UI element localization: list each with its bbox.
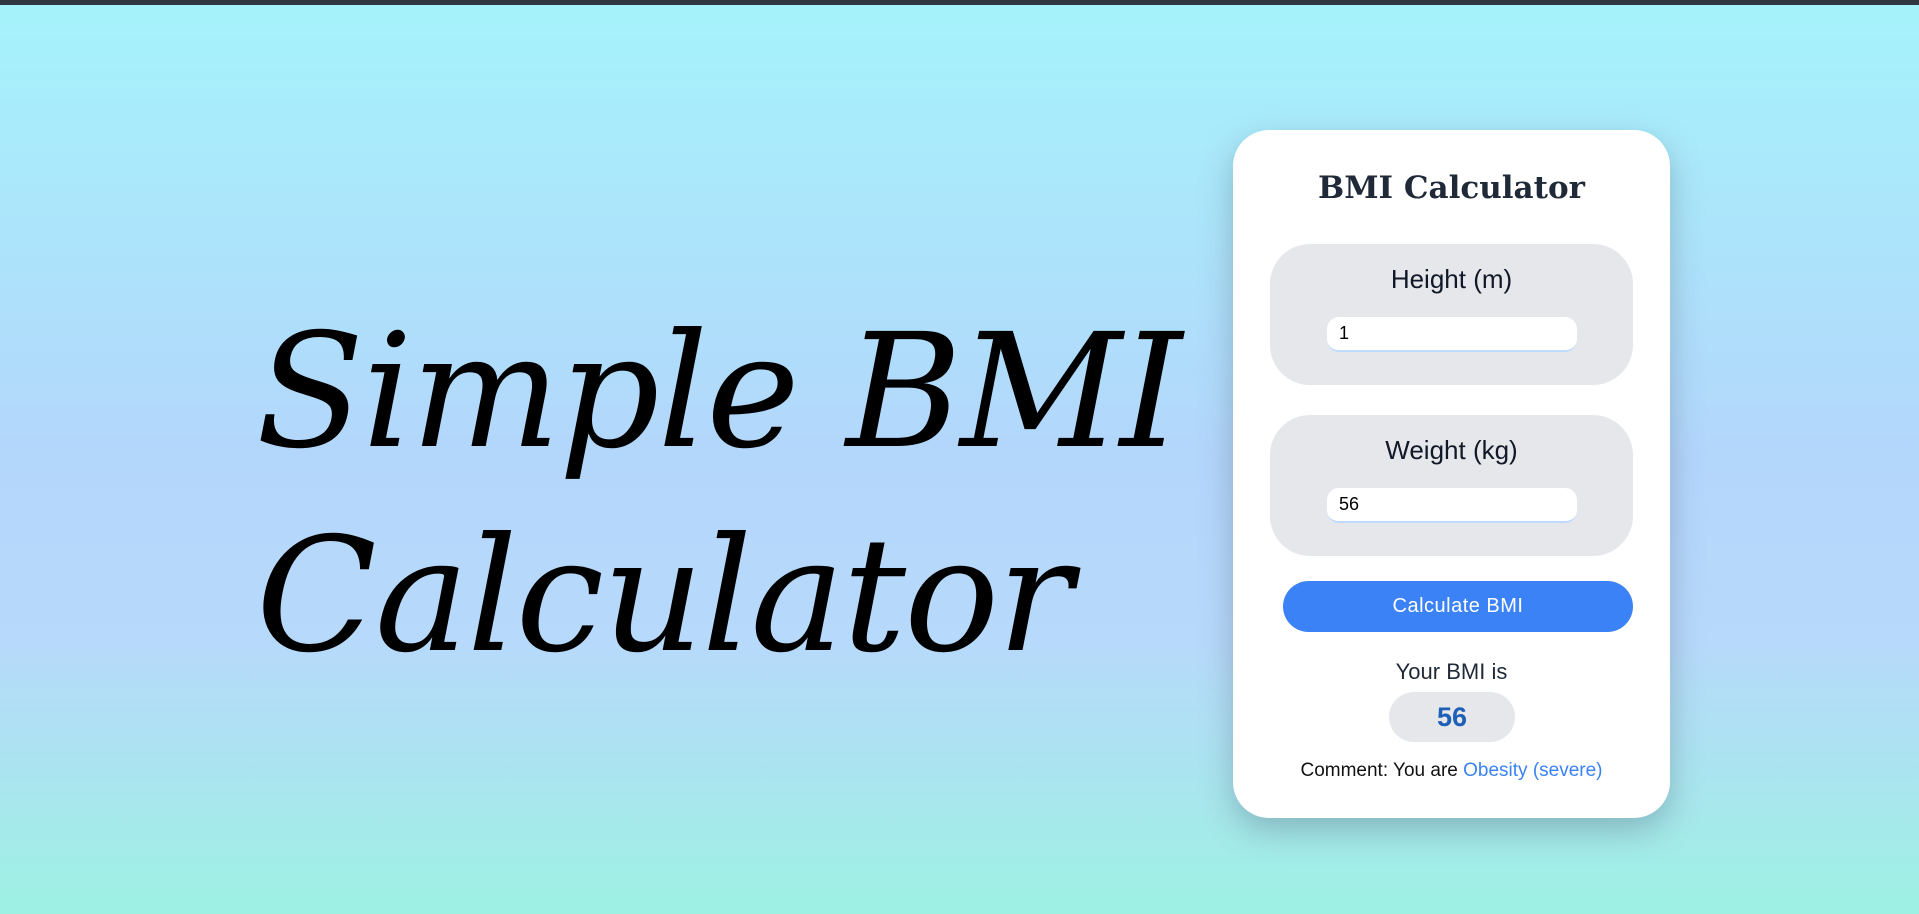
card-title: BMI Calculator: [1318, 170, 1585, 206]
comment-category: Obesity (severe): [1463, 760, 1603, 781]
comment-prefix: Comment: You are: [1300, 760, 1458, 781]
hero-title-line-2: Calculator: [256, 504, 1073, 688]
result-label: Your BMI is: [1395, 659, 1508, 684]
bmi-comment: Comment: You are Obesity (severe): [1233, 760, 1670, 782]
bmi-calculator-card: BMI Calculator Height (m) Weight (kg) Ca…: [1233, 130, 1670, 818]
height-label: Height (m): [1390, 264, 1513, 294]
weight-label: Weight (kg): [1385, 435, 1518, 465]
weight-input[interactable]: [1327, 488, 1577, 523]
weight-field-group: Weight (kg): [1270, 415, 1633, 556]
bmi-result-value: 56: [1389, 692, 1515, 742]
hero-title: Simple BMI Calculator: [256, 290, 1182, 698]
top-border-bar: [0, 0, 1919, 5]
hero-title-line-1: Simple BMI: [256, 300, 1182, 484]
height-field-group: Height (m): [1270, 244, 1633, 385]
height-input[interactable]: [1327, 317, 1577, 352]
calculate-bmi-button[interactable]: Calculate BMI: [1283, 581, 1633, 632]
